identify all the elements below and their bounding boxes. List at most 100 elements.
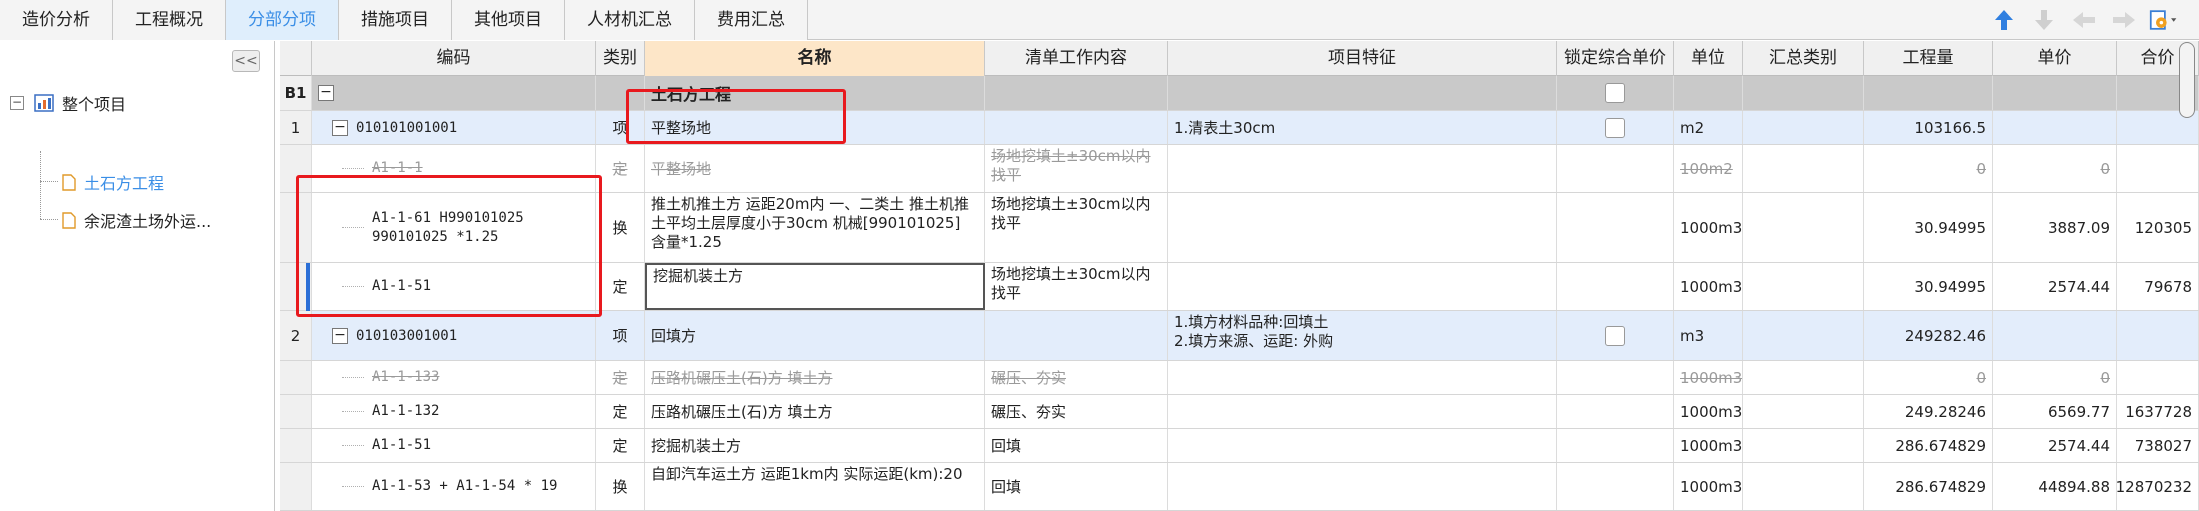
summary-category-cell[interactable] bbox=[1743, 263, 1864, 310]
lock-price-cell[interactable] bbox=[1557, 361, 1674, 394]
type-cell[interactable]: 换 bbox=[596, 463, 645, 510]
vertical-scrollbar[interactable] bbox=[2179, 42, 2195, 118]
summary-category-cell[interactable] bbox=[1743, 429, 1864, 462]
lock-price-cell[interactable] bbox=[1557, 463, 1674, 510]
qty-cell[interactable] bbox=[1864, 76, 1993, 110]
tree-item-spoil-transport[interactable]: 余泥渣土场外运... bbox=[62, 208, 211, 232]
total-cell[interactable]: 120305 bbox=[2117, 193, 2199, 262]
tab-5[interactable]: 人材机汇总 bbox=[565, 0, 695, 40]
feature-cell[interactable] bbox=[1168, 361, 1557, 394]
lock-price-cell[interactable] bbox=[1557, 429, 1674, 462]
collapse-toggle[interactable]: − bbox=[332, 327, 348, 344]
column-header-lock[interactable]: 锁定综合单价 bbox=[1557, 41, 1674, 76]
row-number[interactable] bbox=[280, 395, 312, 428]
tab-1[interactable]: 工程概况 bbox=[113, 0, 226, 40]
feature-cell[interactable] bbox=[1168, 429, 1557, 462]
code-cell[interactable]: A1-1-133 bbox=[312, 361, 596, 394]
type-cell[interactable]: 定 bbox=[596, 145, 645, 192]
list-item-row[interactable]: 1−010101001001 项平整场地 1.清表土30cm m2 103166.5 bbox=[280, 111, 2199, 145]
code-cell[interactable]: A1-1-53 + A1-1-54 * 19 bbox=[312, 463, 596, 510]
column-header-summary[interactable]: 汇总类别 bbox=[1743, 41, 1864, 76]
code-cell[interactable]: A1-1-51 bbox=[312, 263, 596, 310]
type-cell[interactable]: 项 bbox=[596, 311, 645, 360]
tab-6[interactable]: 费用汇总 bbox=[695, 0, 808, 40]
price-cell[interactable]: 2574.44 bbox=[1993, 263, 2117, 310]
name-cell[interactable]: 挖掘机装土方 bbox=[645, 263, 985, 310]
name-cell[interactable]: 回填方 bbox=[645, 311, 985, 360]
tab-2[interactable]: 分部分项 bbox=[226, 0, 339, 40]
total-cell[interactable]: 1637728 bbox=[2117, 395, 2199, 428]
row-number[interactable] bbox=[280, 463, 312, 510]
tree-root-node[interactable]: − 整个项目 bbox=[10, 91, 126, 115]
price-cell[interactable] bbox=[1993, 76, 2117, 110]
lock-price-checkbox[interactable] bbox=[1605, 117, 1625, 138]
list-item-row[interactable]: 2−010103001001 项回填方 1.填方材料品种:回填土 2.填方来源、运距… bbox=[280, 311, 2199, 361]
qty-cell[interactable]: 249.28246 bbox=[1864, 395, 1993, 428]
feature-cell[interactable] bbox=[1168, 395, 1557, 428]
row-number[interactable]: 1 bbox=[280, 111, 312, 144]
settings-dropdown-icon[interactable] bbox=[2149, 6, 2179, 34]
code-cell[interactable]: −010101001001 bbox=[312, 111, 596, 144]
price-cell[interactable] bbox=[1993, 311, 2117, 360]
type-cell[interactable]: 定 bbox=[596, 395, 645, 428]
type-cell[interactable]: 定 bbox=[596, 263, 645, 310]
quota-row[interactable]: A1-1-53 + A1-1-54 * 19 换自卸汽车运土方 运距1km内 实际… bbox=[280, 463, 2199, 511]
code-cell[interactable]: A1-1-132 bbox=[312, 395, 596, 428]
unit-cell[interactable]: 100m2 bbox=[1674, 145, 1743, 192]
qty-cell[interactable]: 286.674829 bbox=[1864, 429, 1993, 462]
unit-cell[interactable]: 1000m3 bbox=[1674, 463, 1743, 510]
row-number[interactable] bbox=[280, 145, 312, 192]
price-cell[interactable]: 6569.77 bbox=[1993, 395, 2117, 428]
unit-cell[interactable]: 1000m3 bbox=[1674, 395, 1743, 428]
quota-row[interactable]: A1-1-132 定压路机碾压土(石)方 填土方 碾压、夯实 1000m3 249.28… bbox=[280, 395, 2199, 429]
summary-category-cell[interactable] bbox=[1743, 145, 1864, 192]
column-header-unit[interactable]: 单位 bbox=[1674, 41, 1743, 76]
name-cell[interactable]: 土石方工程 bbox=[645, 76, 985, 110]
column-header-price[interactable]: 单价 bbox=[1993, 41, 2117, 76]
work-content-cell[interactable] bbox=[985, 76, 1168, 110]
total-cell[interactable] bbox=[2117, 361, 2199, 394]
price-cell[interactable]: 3887.09 bbox=[1993, 193, 2117, 262]
work-content-cell[interactable]: 回填 bbox=[985, 429, 1168, 462]
lock-price-cell[interactable] bbox=[1557, 395, 1674, 428]
type-cell[interactable]: 项 bbox=[596, 111, 645, 144]
column-header-feature[interactable]: 项目特征 bbox=[1168, 41, 1557, 76]
code-cell[interactable]: −010103001001 bbox=[312, 311, 596, 360]
column-header-rownum[interactable] bbox=[280, 41, 312, 76]
quota-row[interactable]: A1-1-51 定挖掘机装土方 场地挖填土±30cm以内找平 1000m3 30.949… bbox=[280, 263, 2199, 311]
summary-category-cell[interactable] bbox=[1743, 361, 1864, 394]
summary-category-cell[interactable] bbox=[1743, 193, 1864, 262]
column-header-code[interactable]: 编码 bbox=[312, 41, 596, 76]
unit-cell[interactable]: 1000m3 bbox=[1674, 361, 1743, 394]
feature-cell[interactable] bbox=[1168, 463, 1557, 510]
name-cell[interactable]: 推土机推土方 运距20m内 一、二类土 推土机推土平均土层厚度小于30cm 机械… bbox=[645, 193, 985, 262]
name-cell[interactable]: 挖掘机装土方 bbox=[645, 429, 985, 462]
lock-price-cell[interactable] bbox=[1557, 263, 1674, 310]
code-cell[interactable]: A1-1-1 bbox=[312, 145, 596, 192]
column-header-work[interactable]: 清单工作内容 bbox=[985, 41, 1168, 76]
feature-cell[interactable]: 1.清表土30cm bbox=[1168, 111, 1557, 144]
summary-category-cell[interactable] bbox=[1743, 111, 1864, 144]
summary-category-cell[interactable] bbox=[1743, 395, 1864, 428]
price-cell[interactable]: 0 bbox=[1993, 361, 2117, 394]
name-cell[interactable]: 压路机碾压土(石)方 填土方 bbox=[645, 361, 985, 394]
quota-row[interactable]: A1-1-1 定平整场地 场地挖填土±30cm以内找平 100m2 0 0 bbox=[280, 145, 2199, 193]
row-number[interactable]: B1 bbox=[280, 76, 312, 110]
column-header-qty[interactable]: 工程量 bbox=[1864, 41, 1993, 76]
quota-row[interactable]: A1-1-133 定压路机碾压土(石)方 填土方 碾压、夯实 1000m3 0 0 bbox=[280, 361, 2199, 395]
type-cell[interactable]: 定 bbox=[596, 429, 645, 462]
qty-cell[interactable]: 286.674829 bbox=[1864, 463, 1993, 510]
collapse-toggle[interactable]: − bbox=[332, 119, 348, 136]
unit-cell[interactable]: 1000m3 bbox=[1674, 263, 1743, 310]
unit-cell[interactable]: m2 bbox=[1674, 111, 1743, 144]
unit-cell[interactable] bbox=[1674, 76, 1743, 110]
feature-cell[interactable] bbox=[1168, 193, 1557, 262]
work-content-cell[interactable]: 回填 bbox=[985, 463, 1168, 510]
lock-price-cell[interactable] bbox=[1557, 76, 1674, 110]
collapse-toggle[interactable]: − bbox=[318, 85, 334, 101]
name-cell[interactable]: 压路机碾压土(石)方 填土方 bbox=[645, 395, 985, 428]
section-row[interactable]: B1− 土石方工程 bbox=[280, 76, 2199, 111]
feature-cell[interactable] bbox=[1168, 76, 1557, 110]
tree-item-earthwork[interactable]: 土石方工程 bbox=[62, 170, 164, 194]
feature-cell[interactable] bbox=[1168, 263, 1557, 310]
